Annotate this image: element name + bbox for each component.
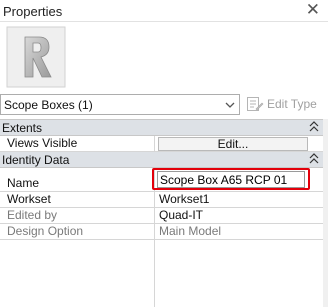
views-visible-edit-button[interactable]: Edit...: [158, 137, 308, 151]
prop-name-views-visible: Views Visible: [0, 136, 155, 152]
revit-logo-icon: [6, 26, 66, 88]
group-label-identity-data: Identity Data: [2, 153, 70, 167]
group-label-extents: Extents: [2, 121, 43, 135]
collapse-chevron-icon[interactable]: [309, 120, 319, 134]
prop-row-workset: Workset Workset1: [0, 192, 323, 208]
properties-grid: Extents Views Visible Edit... Identity D…: [0, 119, 323, 307]
prop-value-workset[interactable]: Workset1: [156, 192, 323, 208]
panel-title: Properties: [3, 4, 63, 19]
group-header-extents[interactable]: Extents: [0, 120, 323, 136]
prop-name-workset: Workset: [0, 192, 155, 208]
properties-titlebar: Properties ✕: [0, 0, 328, 22]
prop-value-design-option: Main Model: [159, 224, 222, 238]
prop-row-views-visible: Views Visible Edit...: [0, 136, 323, 152]
prop-name-design-option: Design Option: [0, 224, 155, 240]
prop-name-name: Name: [0, 168, 155, 192]
collapse-chevron-icon[interactable]: [309, 152, 319, 166]
chevron-down-icon: [225, 102, 235, 108]
prop-row-edited-by: Edited by Quad-IT: [0, 208, 323, 224]
edit-type-label: Edit Type: [267, 97, 317, 111]
type-selector-dropdown[interactable]: Scope Boxes (1): [0, 94, 240, 115]
prop-row-design-option: Design Option Main Model: [0, 224, 323, 240]
type-selector-row: Scope Boxes (1) Edit Type: [0, 93, 328, 117]
scrollbar-track[interactable]: [323, 119, 328, 307]
prop-value-edited-by: Quad-IT: [159, 208, 204, 222]
grid-empty-area: [0, 240, 323, 307]
prop-name-edited-by: Edited by: [0, 208, 155, 224]
edit-type-button[interactable]: Edit Type: [246, 94, 326, 115]
name-field[interactable]: [157, 171, 305, 188]
type-image-area: [0, 22, 328, 92]
type-selector-value: Scope Boxes (1): [4, 98, 93, 112]
close-icon[interactable]: ✕: [306, 1, 320, 19]
grid-empty-name-column: [0, 240, 155, 307]
group-header-identity-data[interactable]: Identity Data: [0, 152, 323, 168]
edit-type-icon: [247, 97, 264, 111]
